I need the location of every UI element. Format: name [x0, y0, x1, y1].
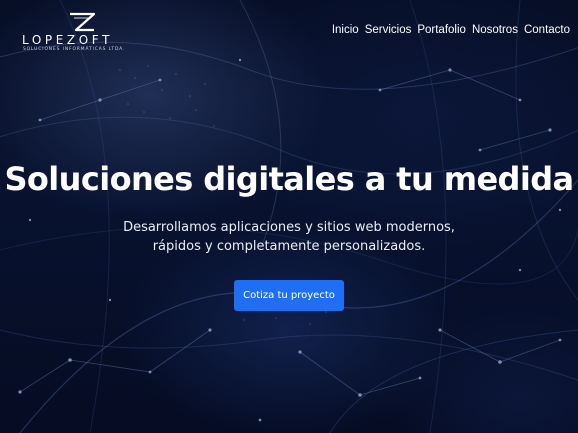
site-header: LOPEZOFT SOLUCIONES INFORMÁTICAS LTDA. I…: [0, 0, 578, 62]
quote-project-button[interactable]: Cotiza tu proyecto: [234, 280, 344, 311]
brand-tagline: SOLUCIONES INFORMÁTICAS LTDA.: [23, 47, 126, 52]
nav-item-servicios[interactable]: Servicios: [365, 24, 412, 36]
nav-item-inicio[interactable]: Inicio: [332, 24, 359, 36]
lopezoft-logo-icon: [70, 12, 96, 32]
main-nav: Inicio Servicios Portafolio Nosotros Con…: [332, 24, 570, 36]
nav-item-nosotros[interactable]: Nosotros: [472, 24, 518, 36]
nav-item-portafolio[interactable]: Portafolio: [417, 24, 466, 36]
brand-name: LOPEZOFT: [22, 33, 114, 47]
background-overlay: [0, 0, 578, 433]
landing-page: LOPEZOFT SOLUCIONES INFORMÁTICAS LTDA. I…: [0, 0, 578, 433]
nav-item-contacto[interactable]: Contacto: [524, 24, 570, 36]
brand-logo[interactable]: LOPEZOFT SOLUCIONES INFORMÁTICAS LTDA.: [22, 12, 150, 54]
hero-title: Soluciones digitales a tu medida: [4, 160, 574, 198]
hero-subtitle: Desarrollamos aplicaciones y sitios web …: [123, 220, 455, 254]
